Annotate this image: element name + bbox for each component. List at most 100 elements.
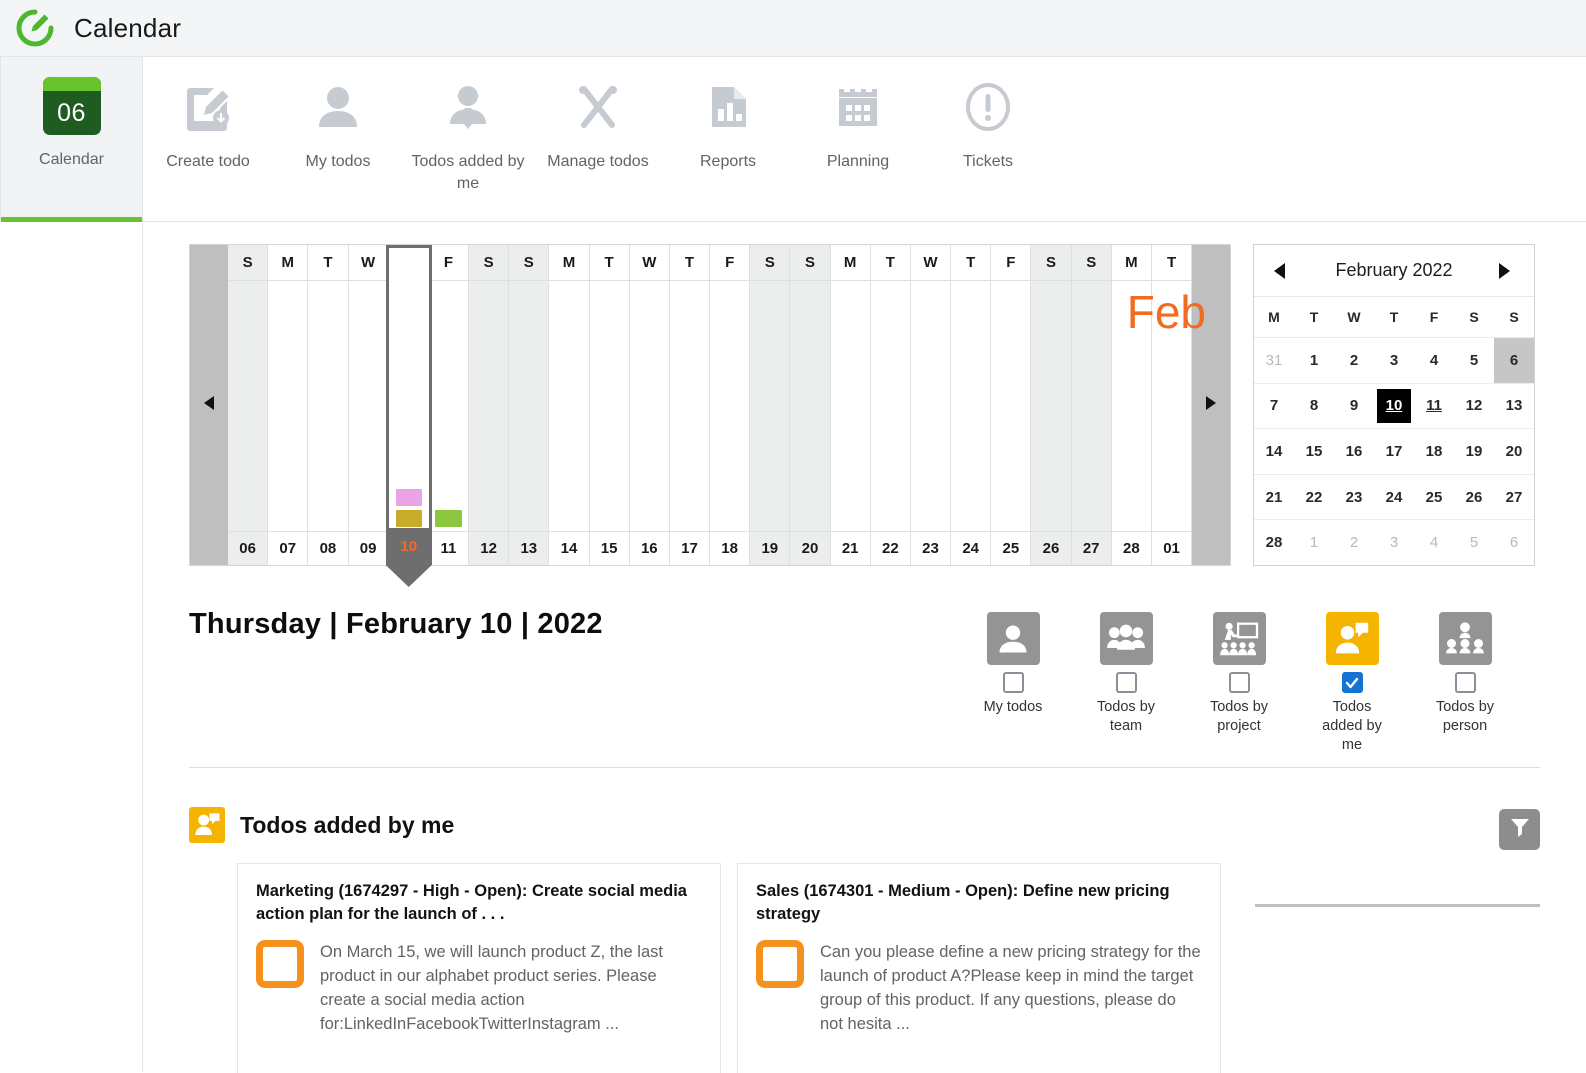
empty-checkbox-icon[interactable] [756, 940, 804, 988]
timeline-selected-day-marker[interactable]: 10 [385, 531, 432, 587]
todo-filter-my-todos[interactable]: My todos [973, 612, 1053, 755]
timeline-day-column[interactable]: S 26 [1031, 245, 1072, 565]
timeline-day-column[interactable]: S 12 [469, 245, 510, 565]
todo-filter-checkbox[interactable] [1341, 672, 1363, 693]
mini-calendar-week-row: 21 22 23 24 25 26 27 [1254, 473, 1534, 520]
mini-calendar-day-cell[interactable]: 13 [1494, 384, 1534, 429]
mini-calendar-day-cell[interactable]: 1 [1294, 520, 1334, 565]
todo-card[interactable]: Marketing (1674297 - High - Open): Creat… [237, 863, 721, 1073]
presentation-icon[interactable] [1212, 612, 1266, 665]
mini-calendar-day-cell[interactable]: 9 [1334, 384, 1374, 429]
mini-calendar-day-cell[interactable]: 6 [1494, 338, 1534, 383]
timeline-day-column[interactable]: F 11 [428, 245, 470, 565]
module-item-my-todos[interactable]: My todos [273, 77, 403, 173]
mini-calendar-day-cell[interactable]: 5 [1454, 520, 1494, 565]
timeline-day-column[interactable]: T 08 [308, 245, 349, 565]
mini-calendar-day-cell[interactable]: 18 [1414, 429, 1454, 474]
mini-calendar-next-button[interactable] [1498, 262, 1516, 280]
org-chart-icon[interactable] [1438, 612, 1492, 665]
timeline-event-bar[interactable] [434, 510, 463, 527]
mini-calendar-day-cell[interactable]: 8 [1294, 384, 1334, 429]
timeline-day-number: 13 [509, 531, 549, 565]
todo-filter-checkbox[interactable] [1115, 672, 1137, 693]
group-people-icon[interactable] [1099, 612, 1153, 665]
todo-filter-todos-by-team[interactable]: Todos by team [1086, 612, 1166, 755]
timeline-day-column[interactable]: W 23 [910, 245, 952, 565]
timeline-day-column[interactable]: T 22 [870, 245, 911, 565]
todos-section: Todos added by me Marketing (1674297 - H… [189, 807, 1540, 1073]
mini-calendar-day-cell[interactable]: 3 [1374, 520, 1414, 565]
mini-calendar-day-cell[interactable]: 2 [1334, 338, 1374, 383]
timeline-day-column[interactable]: M 21 [830, 245, 871, 565]
timeline-day-column[interactable]: M 14 [549, 245, 590, 565]
mini-calendar-day-cell[interactable]: 25 [1414, 475, 1454, 520]
mini-calendar-day-cell[interactable]: 5 [1454, 338, 1494, 383]
mini-calendar-day-cell[interactable]: 16 [1334, 429, 1374, 474]
timeline-day-column[interactable]: T 01 [1151, 245, 1193, 565]
timeline-day-column[interactable]: F 25 [991, 245, 1032, 565]
timeline-day-column[interactable]: S 06 [228, 245, 269, 565]
todo-card-title: Marketing (1674297 - High - Open): Creat… [256, 882, 687, 923]
mini-calendar-day-cell[interactable]: 17 [1374, 429, 1414, 474]
timeline-day-column[interactable]: T 24 [951, 245, 992, 565]
filter-button[interactable] [1499, 809, 1540, 850]
timeline-day-of-week: T [870, 245, 910, 281]
person-icon[interactable] [986, 612, 1040, 665]
mini-calendar-day-cell[interactable]: 10 [1374, 384, 1414, 429]
mini-calendar-day-cell[interactable]: 2 [1334, 520, 1374, 565]
timeline-day-column[interactable]: M 07 [268, 245, 309, 565]
triangle-right-icon [1205, 395, 1217, 416]
timeline-day-column[interactable]: W 16 [629, 245, 670, 565]
timeline-event-bar[interactable] [395, 489, 422, 506]
module-item-todos-added-by-me[interactable]: Todos added by me [403, 77, 533, 195]
module-item-tickets[interactable]: Tickets [923, 77, 1053, 173]
timeline-day-column[interactable]: S 27 [1071, 245, 1112, 565]
todo-filter-todos-by-project[interactable]: Todos by project [1199, 612, 1279, 755]
mini-calendar-day-cell[interactable]: 23 [1334, 475, 1374, 520]
module-item-manage-todos[interactable]: Manage todos [533, 77, 663, 173]
todo-filter-checkbox[interactable] [1228, 672, 1250, 693]
mini-calendar-prev-button[interactable] [1272, 262, 1290, 280]
mini-calendar-day-cell[interactable]: 22 [1294, 475, 1334, 520]
mini-calendar-day-cell[interactable]: 4 [1414, 338, 1454, 383]
timeline-next-button[interactable] [1192, 245, 1230, 565]
mini-calendar-day-cell[interactable]: 24 [1374, 475, 1414, 520]
mini-calendar-day-cell[interactable]: 26 [1454, 475, 1494, 520]
timeline-day-column[interactable]: S 13 [509, 245, 550, 565]
module-item-planning[interactable]: Planning [793, 77, 923, 173]
mini-calendar-day-cell[interactable]: 7 [1254, 384, 1294, 429]
timeline-day-column[interactable]: S 19 [750, 245, 791, 565]
mini-calendar-day-cell[interactable]: 20 [1494, 429, 1534, 474]
mini-calendar-day-cell[interactable]: 1 [1294, 338, 1334, 383]
empty-checkbox-icon[interactable] [256, 940, 304, 988]
module-item-reports[interactable]: Reports [663, 77, 793, 173]
mini-calendar-day-cell[interactable]: 11 [1414, 384, 1454, 429]
todo-card[interactable]: Sales (1674301 - Medium - Open): Define … [737, 863, 1221, 1073]
mini-calendar-day-cell[interactable]: 21 [1254, 475, 1294, 520]
mini-calendar-day-cell[interactable]: 28 [1254, 520, 1294, 565]
timeline-day-column[interactable]: F 18 [710, 245, 751, 565]
todo-filter-todos-by-person[interactable]: Todos by person [1425, 612, 1505, 755]
mini-calendar-day-cell[interactable]: 27 [1494, 475, 1534, 520]
timeline-day-column[interactable]: W 09 [348, 245, 389, 565]
todo-filter-checkbox[interactable] [1002, 672, 1024, 693]
mini-calendar-day-cell[interactable]: 6 [1494, 520, 1534, 565]
mini-calendar-day-cell[interactable]: 15 [1294, 429, 1334, 474]
timeline-event-bar[interactable] [395, 510, 422, 527]
timeline-day-column[interactable]: T 17 [669, 245, 711, 565]
timeline-day-column[interactable]: S 20 [790, 245, 831, 565]
mini-calendar-day-cell[interactable]: 31 [1254, 338, 1294, 383]
mini-calendar-day-cell[interactable]: 3 [1374, 338, 1414, 383]
todo-filter-checkbox[interactable] [1454, 672, 1476, 693]
mini-calendar-day-cell[interactable]: 19 [1454, 429, 1494, 474]
todo-filter-todos-added-by-me[interactable]: Todos added by me [1312, 612, 1392, 755]
mini-calendar-day-cell[interactable]: 14 [1254, 429, 1294, 474]
module-item-create-todo[interactable]: Create todo [143, 77, 273, 173]
module-item-calendar[interactable]: 06 Calendar [0, 57, 143, 222]
mini-calendar-day-cell[interactable]: 4 [1414, 520, 1454, 565]
person-comment-icon[interactable] [1325, 612, 1379, 665]
timeline-day-column[interactable]: T 15 [589, 245, 630, 565]
timeline-day-column[interactable]: M 28 [1111, 245, 1152, 565]
mini-calendar-day-cell[interactable]: 12 [1454, 384, 1494, 429]
timeline-prev-button[interactable] [190, 245, 228, 565]
